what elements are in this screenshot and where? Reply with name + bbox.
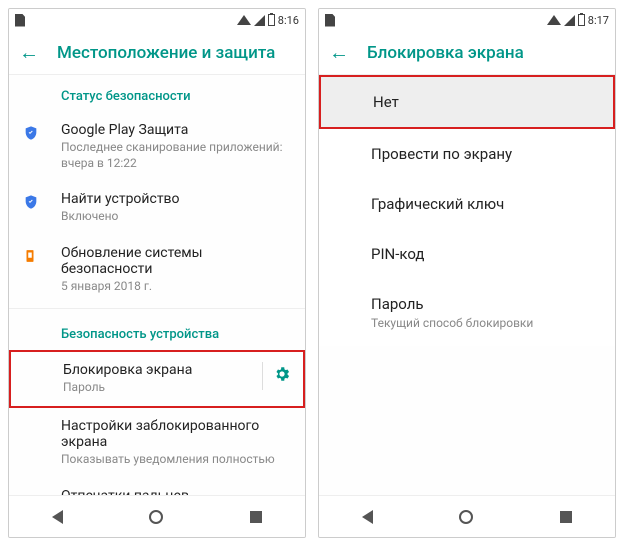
row-title: Настройки заблокированного экрана xyxy=(61,418,293,450)
option-none[interactable]: Нет xyxy=(319,75,615,129)
wifi-icon xyxy=(237,15,251,25)
row-subtitle: 5 января 2018 г. xyxy=(61,279,293,295)
option-swipe[interactable]: Провести по экрану xyxy=(319,129,615,179)
option-pin[interactable]: PIN-код xyxy=(319,229,615,279)
row-title: Блокировка экрана xyxy=(63,362,256,378)
sim-icon xyxy=(325,14,335,27)
clock: 8:17 xyxy=(588,14,609,27)
section-device-security: Безопасность устройства xyxy=(9,313,305,350)
nav-bar xyxy=(319,495,615,537)
page-title: Местоположение и защита xyxy=(57,43,275,63)
content: Нет Провести по экрану Графический ключ … xyxy=(319,75,615,495)
shield-check-icon xyxy=(23,124,39,142)
option-label: Провести по экрану xyxy=(371,145,512,163)
option-password[interactable]: Пароль Текущий способ блокировки xyxy=(319,279,615,346)
shield-check-icon xyxy=(23,193,39,211)
nav-home-icon[interactable] xyxy=(459,510,473,524)
row-title: Обновление системы безопасности xyxy=(61,245,293,277)
signal-icon xyxy=(254,15,265,26)
clock: 8:16 xyxy=(278,14,299,27)
page-title: Блокировка экрана xyxy=(367,43,524,63)
row-subtitle: Пароль xyxy=(63,380,256,396)
divider xyxy=(262,362,263,390)
option-pattern[interactable]: Графический ключ xyxy=(319,179,615,229)
row-title: Google Play Защита xyxy=(61,122,293,138)
nav-back-icon[interactable] xyxy=(362,510,373,524)
nav-recent-icon[interactable] xyxy=(250,511,262,523)
row-fingerprint[interactable]: Отпечатки пальцев xyxy=(9,478,305,495)
gear-icon[interactable] xyxy=(273,365,291,388)
row-subtitle: Последнее сканирование приложений: вчера… xyxy=(61,140,293,171)
row-google-play-protect[interactable]: Google Play Защита Последнее сканировани… xyxy=(9,112,305,181)
wifi-icon xyxy=(547,15,561,25)
option-label: PIN-код xyxy=(371,245,424,263)
row-subtitle: Включено xyxy=(61,209,293,225)
phone-right: 8:17 ← Блокировка экрана Нет Провести по… xyxy=(318,8,616,538)
option-subtitle: Текущий способ блокировки xyxy=(371,316,599,330)
option-label: Нет xyxy=(373,93,399,111)
section-security-status: Статус безопасности xyxy=(9,75,305,112)
row-screen-lock[interactable]: Блокировка экрана Пароль xyxy=(9,350,305,408)
option-label: Графический ключ xyxy=(371,195,504,213)
nav-recent-icon[interactable] xyxy=(560,511,572,523)
nav-back-icon[interactable] xyxy=(52,510,63,524)
titlebar: ← Местоположение и защита xyxy=(9,31,305,75)
signal-icon xyxy=(564,15,575,26)
option-label: Пароль xyxy=(371,295,424,313)
content: Статус безопасности Google Play Защита П… xyxy=(9,75,305,495)
update-warning-icon xyxy=(23,247,37,265)
row-find-device[interactable]: Найти устройство Включено xyxy=(9,181,305,235)
divider xyxy=(9,308,305,309)
row-subtitle: Показывать уведомления полностью xyxy=(61,452,293,468)
sim-icon xyxy=(15,14,25,27)
battery-icon xyxy=(578,14,585,26)
row-security-update[interactable]: Обновление системы безопасности 5 января… xyxy=(9,235,305,305)
status-bar: 8:17 xyxy=(319,9,615,31)
row-title: Отпечатки пальцев xyxy=(61,488,293,495)
battery-icon xyxy=(268,14,275,26)
phone-left: 8:16 ← Местоположение и защита Статус бе… xyxy=(8,8,306,538)
nav-bar xyxy=(9,495,305,537)
back-arrow-icon[interactable]: ← xyxy=(19,40,39,65)
back-arrow-icon[interactable]: ← xyxy=(329,40,349,65)
status-bar: 8:16 xyxy=(9,9,305,31)
nav-home-icon[interactable] xyxy=(149,510,163,524)
titlebar: ← Блокировка экрана xyxy=(319,31,615,75)
row-title: Найти устройство xyxy=(61,191,293,207)
row-lockscreen-settings[interactable]: Настройки заблокированного экрана Показы… xyxy=(9,408,305,478)
